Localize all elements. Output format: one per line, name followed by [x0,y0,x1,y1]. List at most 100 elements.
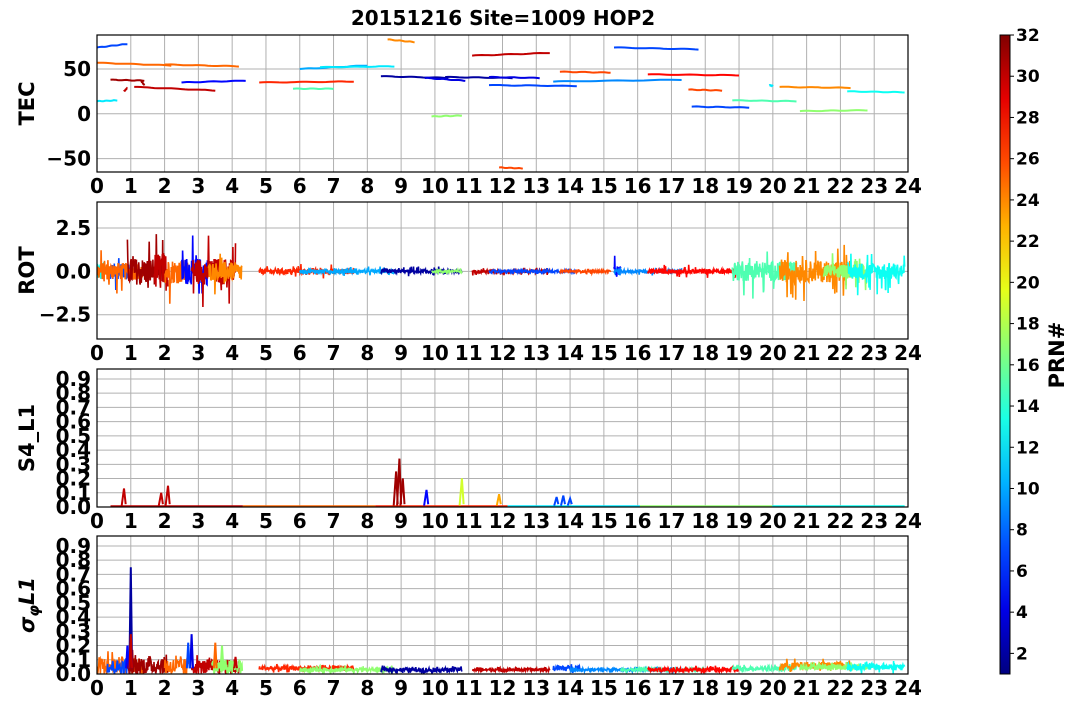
tec-series-prn26 [688,88,723,92]
y-tick-label: 0.0 [56,259,91,283]
colorbar-tick-label: 8 [1016,521,1028,541]
x-tick-label: 18 [691,174,719,198]
x-tick-label: 21 [793,676,821,700]
tec-series-prn30 [123,86,128,92]
x-tick-label: 18 [691,676,719,700]
x-tick-label: 23 [860,174,888,198]
tec-series-prn30 [134,85,216,92]
x-tick-label: 11 [455,676,483,700]
x-tick-label: 0 [90,174,104,198]
x-tick-label: 7 [327,509,341,533]
rot-series-prn10 [299,266,396,276]
x-tick-label: 1 [124,509,138,533]
x-tick-label: 24 [894,509,922,533]
y-axis-label: TEC [15,81,39,125]
x-tick-label: 17 [658,676,686,700]
panel-3: 0 1 2 3 4 5 6 7 8 9 10 11 12 13 14 15 16 17 18 19 20 21 22 23 24… [15,367,922,533]
colorbar-tick-label: 12 [1016,438,1040,458]
panel-1: 0 1 2 3 4 5 6 7 8 9 10 11 12 13 14 15 16 17 18 19 20 21 22 23 24… [15,34,922,198]
x-tick-label: 3 [191,341,205,365]
x-tick-label: 19 [725,676,753,700]
tec-series-prn7 [488,84,577,88]
rot-series-prn26 [559,267,612,277]
x-tick-label: 19 [725,174,753,198]
grid [96,536,909,675]
tec-series-prn9 [553,78,682,83]
s4-spike-prn30 [164,485,171,506]
sigma-spike-prn4 [189,634,194,669]
x-tick-label: 11 [455,509,483,533]
x-tick-label: 4 [225,509,239,533]
y-axis-label: ROT [15,246,39,295]
colorbar-tick-label: 14 [1016,397,1040,417]
x-tick-label: 4 [225,341,239,365]
y-tick-label: −2.5 [39,303,91,327]
figure: 20151216 Site=1009 HOP2 0 1 2 3 4 5 6 7 8 9 10 11 12… [15,6,1069,700]
x-tick-label: 6 [293,174,307,198]
x-tick-label: 1 [124,174,138,198]
x-tick-label: 13 [522,174,550,198]
x-tick-label: 2 [158,676,172,700]
sigma-series-prn25 [163,655,189,674]
x-tick-label: 16 [624,341,652,365]
x-tick-label: 7 [327,341,341,365]
tec-series-prn27 [259,80,354,84]
s4-spike-prn30 [120,488,127,506]
x-tick-label: 15 [590,174,618,198]
x-tick-label: 0 [90,509,104,533]
series-group [97,567,906,674]
y-axis-label: S4_L1 [15,404,39,472]
x-tick-label: 20 [759,509,787,533]
x-tick-label: 8 [360,341,374,365]
x-tick-label: 24 [894,341,922,365]
x-tick-label: 14 [556,341,584,365]
colorbar-tick-label: 16 [1016,356,1040,376]
x-tick-label: 8 [360,174,374,198]
x-tick-label: 6 [293,676,307,700]
x-tick-label: 1 [124,676,138,700]
x-tick-label: 16 [624,174,652,198]
x-tick-label: 9 [394,509,408,533]
x-tick-label: 15 [590,509,618,533]
tec-series-prn25 [97,61,172,67]
s4-spike-prn30 [157,492,164,506]
x-tick-label: 5 [259,174,273,198]
panel-4: 0 1 2 3 4 5 6 7 8 9 10 11 12 13 14 15 16 17 18 19 20 21 22 23 24… [15,534,922,700]
tec-series-prn15 [732,99,797,103]
tec-series-prn7 [97,43,128,49]
tec-series-prn26 [499,166,523,170]
tec-series-prn30 [472,51,550,57]
x-tick-label: 7 [327,676,341,700]
x-tick-label: 4 [225,174,239,198]
x-tick-label: 16 [624,676,652,700]
x-tick-label: 6 [293,509,307,533]
y-tick-label: 50 [63,57,91,81]
x-tick-label: 5 [259,341,273,365]
x-tick-label: 15 [590,341,618,365]
x-tick-label: 0 [90,341,104,365]
x-tick-label: 24 [894,174,922,198]
sigma-series-prn13 [846,660,906,674]
grid [96,369,909,508]
x-tick-label: 22 [826,509,854,533]
sigma-series-prn28 [647,665,740,674]
x-tick-label: 21 [793,174,821,198]
x-tick-label: 16 [624,509,652,533]
x-tick-label: 11 [455,341,483,365]
colorbar-tick-label: 28 [1016,108,1040,128]
x-tick-label: 20 [759,174,787,198]
tec-series-prn13 [847,90,905,94]
colorbar-tick-label: 22 [1016,232,1040,252]
sigma-series-prn31 [126,649,169,674]
series-group [97,234,906,308]
panels: 0 1 2 3 4 5 6 7 8 9 10 11 12 13 14 15 16 17 18 19 20 21 22 23 24… [15,34,922,700]
tec-series-prn7 [691,105,750,109]
tec-series-prn12 [768,84,774,88]
x-tick-label: 14 [556,676,584,700]
chart-title: 20151216 Site=1009 HOP2 [351,6,655,30]
y-tick-label: 0.0 [56,495,91,519]
x-tick-label: 14 [556,509,584,533]
x-tick-label: 13 [522,509,550,533]
x-tick-label: 13 [522,341,550,365]
x-tick-label: 21 [793,509,821,533]
